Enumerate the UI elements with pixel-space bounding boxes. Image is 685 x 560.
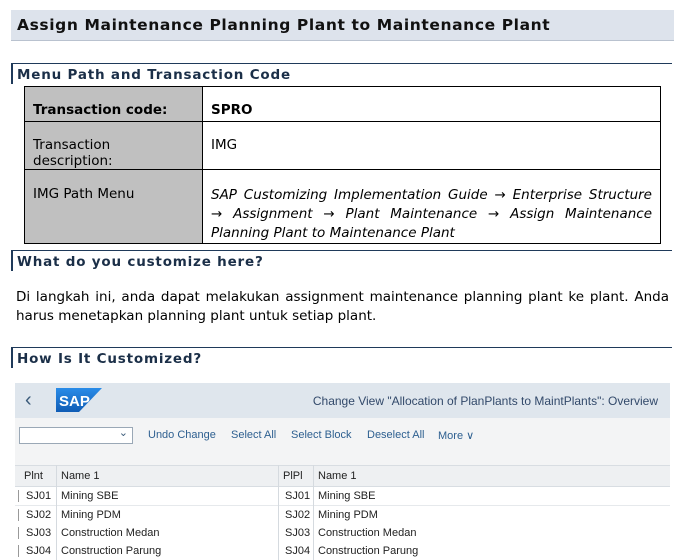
cell-plpl[interactable]: SJ04 — [285, 545, 310, 557]
column-header-name[interactable]: Name 1 — [318, 470, 357, 482]
section-heading: Menu Path and Transaction Code — [17, 67, 291, 83]
label-img-path: IMG Path Menu — [24, 169, 203, 244]
cell-name: Mining SBE — [318, 490, 376, 502]
section-heading: How Is It Customized? — [17, 351, 202, 367]
deselect-all-button[interactable]: Deselect All — [367, 429, 424, 441]
cell-plnt[interactable]: SJ01 — [26, 490, 51, 502]
sap-header: ‹ SAP Change View "Allocation of PlanPla… — [15, 383, 670, 418]
column-header-name[interactable]: Name 1 — [61, 470, 100, 482]
table-row[interactable]: SJ01 Mining SBE SJ01 Mining SBE — [15, 487, 670, 506]
section-how-customized: How Is It Customized? — [11, 347, 672, 368]
sap-logo: SAP — [56, 388, 102, 412]
column-divider — [278, 465, 279, 560]
variant-select[interactable]: ⌄ — [19, 427, 133, 444]
cell-plnt[interactable]: SJ04 — [26, 545, 51, 557]
table-row[interactable]: SJ03 Construction Medan SJ03 Constructio… — [15, 524, 670, 543]
cell-plnt[interactable]: SJ02 — [26, 509, 51, 521]
cell-name: Mining PDM — [61, 509, 121, 521]
column-header-plnt[interactable]: Plnt — [24, 470, 43, 482]
value-transaction-code: SPRO — [202, 86, 661, 122]
row-selector[interactable] — [15, 490, 19, 502]
cell-plnt[interactable]: SJ03 — [26, 527, 51, 539]
page-title-bar: Assign Maintenance Planning Plant to Mai… — [11, 10, 674, 41]
cell-name: Mining PDM — [318, 509, 378, 521]
label-transaction-code: Transaction code: — [24, 86, 203, 122]
description-paragraph: Di langkah ini, anda dapat melakukan ass… — [16, 289, 669, 324]
cell-name: Construction Medan — [61, 527, 160, 539]
sap-screen-title: Change View "Allocation of PlanPlants to… — [312, 394, 658, 408]
select-block-button[interactable]: Select Block — [291, 429, 352, 441]
back-icon[interactable]: ‹ — [25, 389, 32, 412]
undo-change-button[interactable]: Undo Change — [148, 429, 216, 441]
value-img-path: SAP Customizing Implementation Guide → E… — [202, 169, 661, 244]
select-all-button[interactable]: Select All — [231, 429, 276, 441]
cell-name: Mining SBE — [61, 490, 119, 502]
table-header: Plnt Name 1 PlPl Name 1 — [15, 465, 670, 487]
table-row[interactable]: SJ02 Mining PDM SJ02 Mining PDM — [15, 506, 670, 525]
cell-name: Construction Parung — [61, 545, 162, 557]
cell-plpl[interactable]: SJ01 — [285, 490, 310, 502]
label-transaction-description: Transaction description: — [24, 121, 203, 170]
more-menu-button[interactable]: More ∨ — [438, 429, 474, 442]
row-selector[interactable] — [15, 545, 19, 557]
cell-name: Construction Parung — [318, 545, 419, 557]
column-header-plpl[interactable]: PlPl — [283, 470, 303, 482]
sap-screenshot: ‹ SAP Change View "Allocation of PlanPla… — [15, 383, 670, 560]
transaction-table: Transaction code: SPRO Transaction descr… — [24, 86, 661, 244]
column-divider — [313, 465, 314, 560]
chevron-down-icon: ⌄ — [118, 427, 128, 439]
svg-text:SAP: SAP — [59, 393, 90, 410]
section-what-customize: What do you customize here? — [11, 250, 672, 271]
page-title: Assign Maintenance Planning Plant to Mai… — [17, 16, 551, 34]
sap-toolbar: ⌄ Undo Change Select All Select Block De… — [15, 419, 670, 451]
cell-name: Construction Medan — [318, 527, 417, 539]
row-selector[interactable] — [15, 509, 19, 521]
cell-plpl[interactable]: SJ03 — [285, 527, 310, 539]
value-transaction-description: IMG — [202, 121, 661, 170]
section-menu-path: Menu Path and Transaction Code — [11, 63, 672, 84]
row-selector[interactable] — [15, 527, 19, 539]
column-divider — [56, 465, 57, 560]
cell-plpl[interactable]: SJ02 — [285, 509, 310, 521]
section-heading: What do you customize here? — [17, 254, 264, 270]
table-row[interactable]: SJ04 Construction Parung SJ04 Constructi… — [15, 542, 670, 560]
